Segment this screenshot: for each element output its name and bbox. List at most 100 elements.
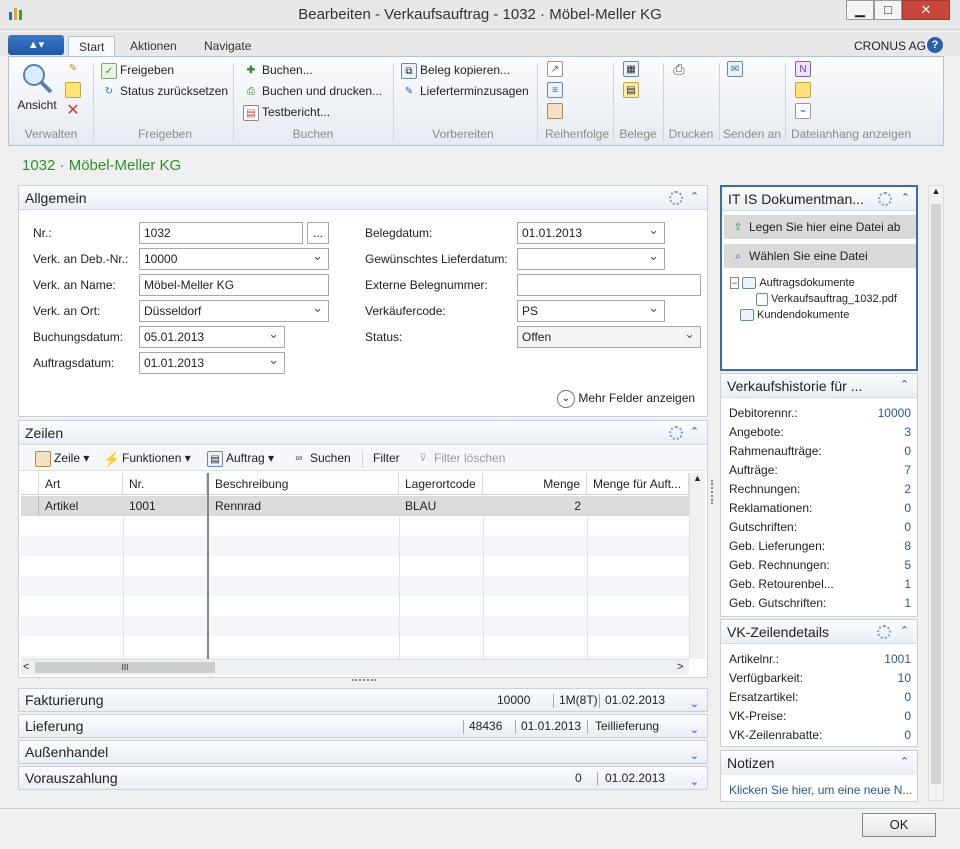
order-date-field[interactable]: 01.01.2013 [139,350,285,374]
assist-edit-button[interactable]: ... [307,222,329,244]
edit-icon[interactable]: ✎ [65,61,84,77]
collapse-up-icon[interactable]: ⌃ [687,190,702,205]
page-scroll-thumb[interactable] [931,204,941,784]
show-more-fields[interactable]: ⌄ Mehr Felder anzeigen [557,390,695,408]
tree-node-customer-docs[interactable]: Kundendokumente [730,307,897,323]
cell-location[interactable]: BLAU [399,496,483,516]
cell-type[interactable]: Artikel [39,496,123,516]
box-icon[interactable] [547,103,566,119]
test-report-button[interactable]: ▤ Testbericht... [243,103,330,123]
row-selector[interactable] [21,496,39,516]
line-detail-value[interactable]: 10 [898,669,911,688]
tree-node-pdf[interactable]: Verkaufsauftrag_1032.pdf [730,291,897,307]
history-value[interactable]: 2 [904,480,911,499]
send-icon[interactable]: ✉ [727,61,746,77]
scroll-thumb[interactable]: III [35,662,215,673]
tab-navigate[interactable]: Navigate [194,36,261,56]
history-value[interactable]: 5 [904,556,911,575]
delete-icon[interactable]: ✕ [65,103,84,119]
horizontal-scrollbar[interactable]: < III > [21,659,689,675]
expand-icon[interactable]: ⌄ [687,693,702,710]
tab-aktionen[interactable]: Aktionen [120,36,187,56]
clear-filter-button[interactable]: ⊽ Filter löschen [415,449,505,469]
history-value[interactable]: 0 [904,518,911,537]
line-detail-value[interactable]: 0 [904,707,911,726]
note-icon[interactable] [795,82,814,98]
collapse-up-icon[interactable]: ⌃ [687,425,702,440]
splitter-handle[interactable] [352,679,376,683]
onenote-icon[interactable]: N [795,61,814,77]
scroll-up-icon[interactable]: ▲ [690,473,705,483]
line-detail-value[interactable]: 0 [904,688,911,707]
document-folder-icon[interactable]: ▤ [623,82,642,98]
chart-icon[interactable]: ↗ [547,61,566,77]
line-detail-value[interactable]: 0 [904,726,911,745]
lines-header[interactable]: Zeilen [19,421,707,445]
vertical-scrollbar[interactable]: ▲ [689,473,705,659]
history-value[interactable]: 0 [904,499,911,518]
table-row[interactable]: Artikel 1001 Rennrad BLAU 2 [21,496,689,516]
history-value[interactable]: 1 [904,575,911,594]
name-field[interactable]: Möbel-Meller KG [139,274,329,296]
doc-date-field[interactable]: 01.01.2013 [517,220,665,244]
salesperson-field[interactable]: PS [517,298,665,322]
fasttab-foreign-trade[interactable]: Außenhandel ⌄ [18,740,708,764]
line-menu-button[interactable]: Zeile ▾ [35,449,89,469]
splitter-handle[interactable] [711,480,715,504]
status-field[interactable]: Offen [517,324,701,348]
line-detail-value[interactable]: 1001 [884,650,911,669]
functions-menu-button[interactable]: ⚡ Funktionen ▾ [103,449,191,469]
history-value[interactable]: 0 [904,442,911,461]
minimize-button[interactable]: ▁ [846,0,874,20]
view-button[interactable]: Ansicht [17,61,57,112]
close-window-button[interactable]: ✕ [902,0,950,20]
copy-document-button[interactable]: ⧉ Beleg kopieren... [401,61,510,81]
fasttab-invoicing[interactable]: Fakturierung 10000 1M(8T) 01.02.2013 ⌄ [18,688,708,712]
factbox-notes-header[interactable]: Notizen [721,751,917,775]
release-button[interactable]: ✓ Freigeben [101,61,174,81]
cell-description[interactable]: Rennrad [207,496,399,516]
collapse-up-icon[interactable]: ⌃ [897,624,912,639]
filter-button[interactable]: Filter [373,449,400,469]
printer-icon[interactable]: ⎙ [671,61,690,77]
new-icon[interactable] [65,82,84,98]
settings-icon[interactable] [878,192,892,206]
expand-icon[interactable]: ⌄ [687,745,702,762]
history-value[interactable]: 10000 [878,404,911,423]
fasttab-prepayment[interactable]: Vorauszahlung 0 01.02.2013 ⌄ [18,766,708,790]
cust-no-field[interactable]: 10000 [139,246,329,270]
req-date-field[interactable] [517,246,665,270]
choose-file-button[interactable]: ⌕ Wählen Sie eine Datei [724,244,916,268]
expand-icon[interactable]: ⌄ [687,719,702,736]
tree-node-order-docs[interactable]: − Auftragsdokumente [730,275,897,291]
drop-file-area[interactable]: ⇧ Legen Sie hier eine Datei ab [724,215,916,239]
cell-quantity[interactable]: 2 [483,496,587,516]
post-print-button[interactable]: ⎙ Buchen und drucken... [243,82,382,102]
city-field[interactable]: Düsseldorf [139,298,329,322]
col-qty-to-ship[interactable]: Menge für Auft... [587,473,689,495]
scroll-up-icon[interactable]: ▲ [929,186,943,196]
reset-status-button[interactable]: ↻ Status zurücksetzen [101,82,228,102]
app-menu-button[interactable]: ▲▾ [8,35,64,55]
documents-icon[interactable]: ▦ [623,61,642,77]
col-description[interactable]: Beschreibung [207,473,399,495]
collapse-up-icon[interactable]: ⌃ [897,378,912,393]
ok-button[interactable]: OK [862,813,936,837]
new-note-link[interactable]: Klicken Sie hier, um eine neue N... [729,783,912,797]
post-button[interactable]: ✚ Buchen... [243,61,313,81]
history-value[interactable]: 7 [904,461,911,480]
delivery-promise-button[interactable]: ✎ Lieferterminzusagen [401,82,529,102]
cell-qty-to-ship[interactable] [587,496,689,516]
scroll-left-icon[interactable]: < [23,661,29,673]
history-value[interactable]: 1 [904,594,911,613]
order-menu-button[interactable]: ▤ Auftrag ▾ [207,449,274,469]
col-quantity[interactable]: Menge [483,473,587,495]
help-icon[interactable]: ? [927,37,943,53]
factbox-history-header[interactable]: Verkaufshistorie für ... [721,374,917,398]
collapse-up-icon[interactable]: ⌃ [897,755,912,770]
settings-icon[interactable] [669,426,683,440]
page-scrollbar[interactable]: ▲ [928,185,944,801]
history-value[interactable]: 3 [904,423,911,442]
tab-start[interactable]: Start [68,36,116,56]
history-value[interactable]: 8 [904,537,911,556]
